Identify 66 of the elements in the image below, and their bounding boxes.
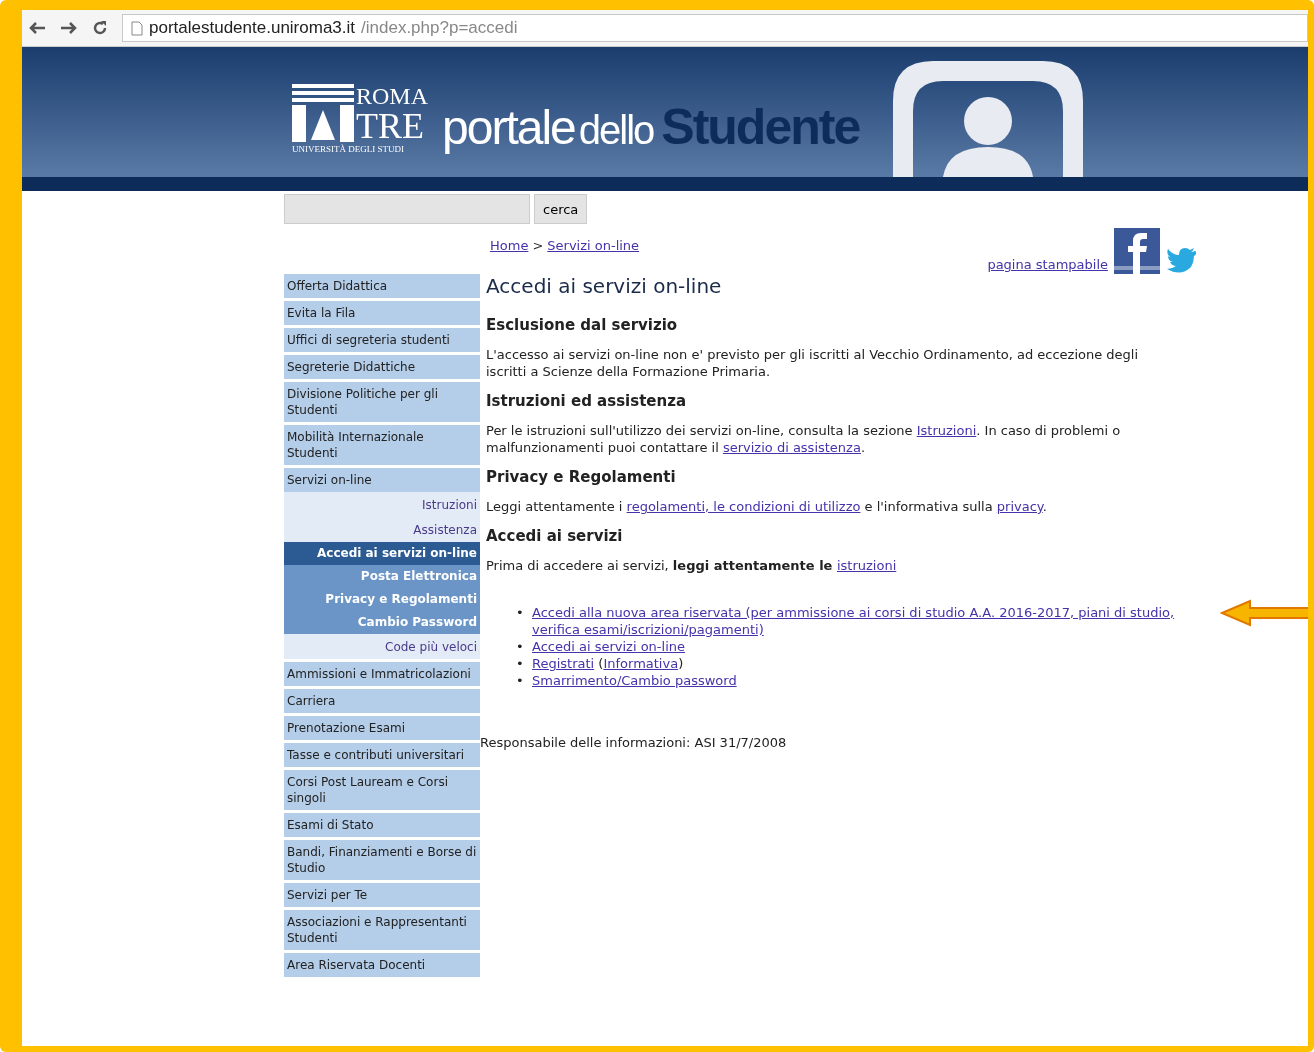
page-title: Accedi ai servizi on-line [486,274,723,298]
breadcrumb-link[interactable]: Servizi on-line [547,238,640,253]
sidebar-item[interactable]: Assistenza [284,517,480,542]
sidebar-item[interactable]: Code più veloci [284,634,480,659]
inline-link[interactable]: Istruzioni [916,423,977,438]
sidebar-item[interactable]: Servizi per Te [284,883,480,907]
breadcrumb-separator: > [532,238,544,253]
logo-text: ROMA [356,84,428,108]
address-bar[interactable]: portalestudente.uniroma3.it /index.php?p=accedi [122,14,1308,42]
sidebar-item[interactable]: Esami di Stato [284,813,480,837]
service-link[interactable]: Smarrimento/Cambio password [532,672,737,689]
sidebar-item[interactable]: Area Riservata Docenti [284,953,480,977]
search-field[interactable] [284,194,530,224]
paragraph: Per le istruzioni sull'utilizzo dei servizi on-line, consulta la sezione Istruzioni. In caso di problemi o malfunzionamenti puoi contattare il servizio di assistenza. [486,422,1122,456]
back-icon[interactable] [28,21,46,35]
paragraph: Prima di accedere ai servizi, leggi attentamente le istruzioni [486,557,898,574]
parenthesis: ) [678,656,684,671]
printable-page-link[interactable]: pagina stampabile [987,257,1108,272]
service-link[interactable]: Informativa [603,656,679,671]
bullet: • [516,655,522,672]
section-heading: Accedi ai servizi [486,527,624,545]
sidebar-item[interactable]: Tasse e contributi universitari [284,743,480,767]
service-link[interactable]: Accedi alla nuova area riservata (per ammissione ai corsi di studio A.A. 2016-2017, piani di studio, verifica esami/iscrizioni/pagamenti) [532,604,1212,638]
sidebar-item[interactable]: Evita la Fila [284,301,480,325]
service-link[interactable]: Accedi ai servizi on-line [532,638,685,655]
reload-icon[interactable] [92,20,108,36]
section-heading: Privacy e Regolamenti [486,468,677,486]
page-icon [131,20,143,36]
bird-icon[interactable] [1166,248,1196,274]
forward-icon[interactable] [60,21,78,35]
sidebar-item[interactable]: Corsi Post Lauream e Corsi singoli [284,770,480,810]
logo-subtitle: UNIVERSITÀ DEGLI STUDI [292,144,405,154]
sidebar-item[interactable]: Prenotazione Esami [284,716,480,740]
portal-title: portaledello Studente [442,98,860,156]
sidebar-item[interactable]: Segreterie Didattiche [284,355,480,379]
sidebar-item[interactable]: Bandi, Finanziamenti e Borse di Studio [284,840,480,880]
sidebar-item[interactable]: Uffici di segreteria studenti [284,328,480,352]
sidebar-item[interactable]: Istruzioni [284,492,480,517]
inline-link[interactable]: privacy [996,499,1043,514]
parenthesis: ( [597,656,604,671]
inline-link[interactable]: istruzioni [836,558,897,573]
sidebar-item[interactable]: Accedi ai servizi on-line [284,542,480,565]
sidebar-item[interactable]: Carriera [284,689,480,713]
bullet: • [516,638,522,655]
service-link[interactable]: Registrati [532,656,595,671]
search-button[interactable]: cerca [534,194,588,224]
paragraph: L'accesso ai servizi on-line non e' previsto per gli iscritti al Vecchio Ordinamento, ad eccezione degli iscritti a Scienze della Formazione Primaria. [486,346,1140,380]
section-heading: Esclusione dal servizio [486,316,679,334]
sidebar-item[interactable]: Offerta Didattica [284,274,480,298]
section-heading: Istruzioni ed assistenza [486,392,688,410]
bullet: • [516,672,522,689]
sidebar-item[interactable]: Ammissioni e Immatricolazioni [284,662,480,686]
sidebar-item[interactable]: Servizi on-line [284,468,480,492]
sidebar-item[interactable]: Mobilità Internazionale Studenti [284,425,480,465]
inline-link[interactable]: regolamenti, le condizioni di utilizzo [626,499,861,514]
logo-text: TRE [356,108,425,144]
person-silhouette-icon [893,61,1084,177]
sidebar-item[interactable]: Associazioni e Rappresentanti Studenti [284,910,480,950]
bullet: • [516,604,522,621]
footer-note: Responsabile delle informazioni: ASI 31/7/2008 [480,735,788,750]
paragraph: Leggi attentamente i regolamenti, le condizioni di utilizzo e l'informativa sulla privacy. [486,498,1048,515]
facebook-icon[interactable] [1114,228,1160,274]
sidebar-item[interactable]: Divisione Politiche per gli Studenti [284,382,480,422]
arch-logo-icon [292,84,354,142]
breadcrumb-link[interactable]: Home [490,238,529,253]
inline-link[interactable]: servizio di assistenza [722,440,861,455]
